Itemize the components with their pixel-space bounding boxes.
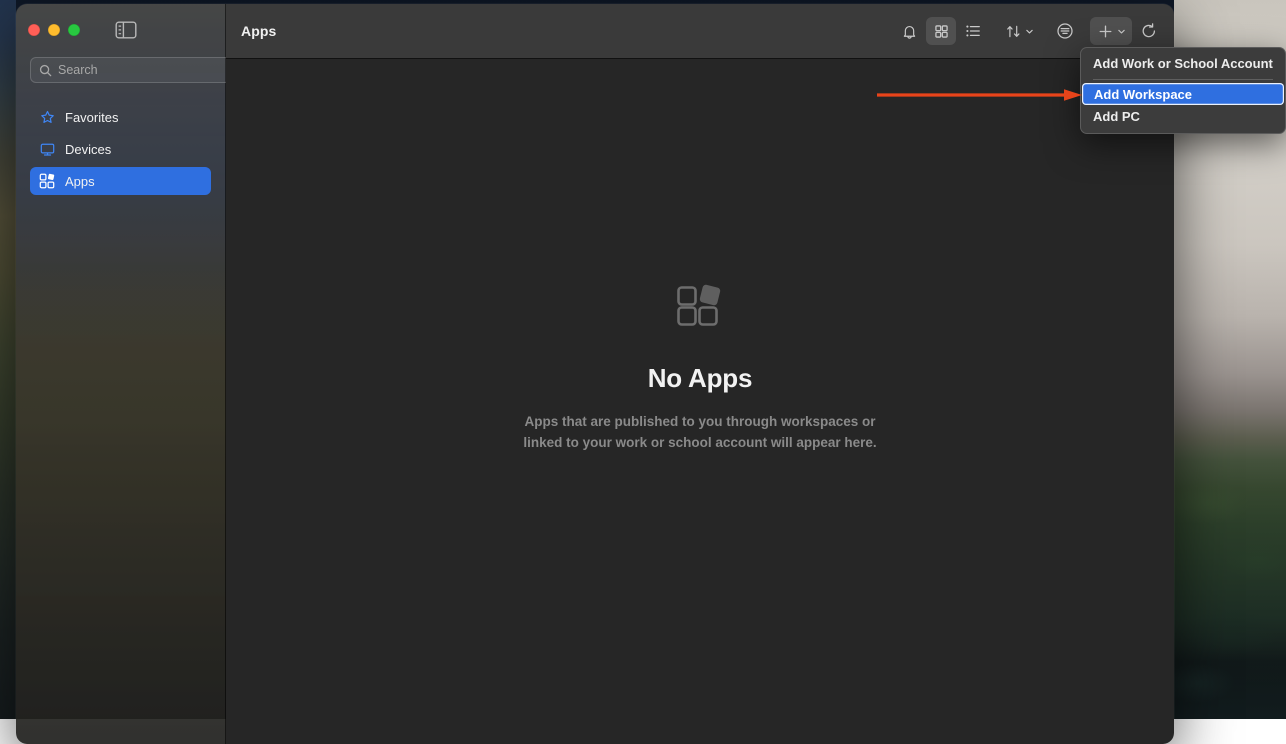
maximize-window-button[interactable]: [68, 24, 80, 36]
add-button[interactable]: [1090, 17, 1132, 45]
sidebar-item-label: Apps: [65, 175, 95, 188]
menu-item-add-pc[interactable]: Add PC: [1081, 105, 1285, 128]
wallpaper-left-sliver: [0, 0, 16, 719]
close-window-button[interactable]: [28, 24, 40, 36]
plus-icon: [1097, 23, 1114, 40]
content-pane: Apps: [226, 4, 1174, 744]
empty-state: No Apps Apps that are published to you t…: [226, 59, 1174, 744]
sort-button[interactable]: [998, 17, 1040, 45]
add-dropdown-menu: Add Work or School Account Add Workspace…: [1080, 47, 1286, 134]
minimize-window-button[interactable]: [48, 24, 60, 36]
grid-view-button[interactable]: [926, 17, 956, 45]
sort-icon: [1005, 23, 1022, 40]
apps-grid-icon: [674, 278, 726, 335]
app-window: Favorites Devices: [16, 4, 1174, 744]
apps-grid-icon: [39, 173, 55, 189]
window-controls: [28, 24, 80, 36]
star-icon: [39, 109, 55, 125]
empty-state-title: No Apps: [648, 363, 753, 394]
menu-separator: [1093, 79, 1273, 80]
sidebar-item-devices[interactable]: Devices: [30, 135, 211, 163]
sidebar-item-favorites[interactable]: Favorites: [30, 103, 211, 131]
sidebar-toggle-icon[interactable]: [115, 20, 137, 40]
empty-state-description-line1: Apps that are published to you through w…: [523, 411, 876, 432]
empty-state-description: Apps that are published to you through w…: [523, 411, 876, 453]
sidebar-nav: Favorites Devices: [30, 103, 211, 199]
toolbar: [894, 17, 1164, 45]
notifications-button[interactable]: [894, 17, 924, 45]
chevron-down-icon: [1117, 27, 1126, 36]
titlebar: Apps: [226, 4, 1174, 59]
sidebar: Favorites Devices: [16, 4, 226, 744]
list-view-button[interactable]: [958, 17, 988, 45]
search-field[interactable]: [30, 57, 231, 83]
sidebar-item-label: Favorites: [65, 111, 118, 124]
search-icon: [39, 64, 52, 77]
menu-item-add-work-or-school-account[interactable]: Add Work or School Account: [1081, 52, 1285, 75]
page-title: Apps: [241, 23, 276, 39]
monitor-icon: [39, 141, 55, 157]
empty-state-description-line2: linked to your work or school account wi…: [523, 432, 876, 453]
filter-button[interactable]: [1050, 17, 1080, 45]
menu-item-add-workspace[interactable]: Add Workspace: [1082, 83, 1284, 105]
search-input[interactable]: [58, 63, 222, 77]
refresh-button[interactable]: [1134, 17, 1164, 45]
sidebar-item-label: Devices: [65, 143, 111, 156]
chevron-down-icon: [1025, 27, 1034, 36]
sidebar-item-apps[interactable]: Apps: [30, 167, 211, 195]
